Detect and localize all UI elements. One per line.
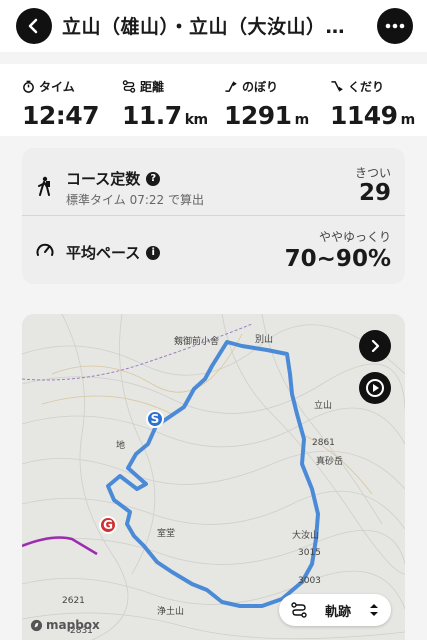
- hiker-icon: [38, 176, 50, 196]
- stat-unit: km: [184, 112, 208, 128]
- map-label: 真砂岳: [316, 457, 344, 467]
- stat-value: 1149: [330, 101, 398, 130]
- map-label: 別山: [255, 335, 274, 345]
- chevron-right-icon: [371, 340, 380, 352]
- more-dots-icon: [385, 23, 405, 29]
- map-label: 浄土山: [157, 607, 185, 617]
- stat-time: タイム 12:47: [22, 78, 100, 130]
- course-constant-row[interactable]: コース定数 ? 標準タイム 07:22 で算出 きつい 29: [22, 148, 405, 216]
- stat-unit: m: [400, 112, 416, 128]
- course-title: コース定数: [66, 170, 141, 188]
- next-button[interactable]: [359, 330, 391, 362]
- speedometer-icon: [36, 243, 54, 256]
- map-label: 剱御前小舎: [174, 337, 220, 347]
- stat-value: 1291: [224, 101, 292, 130]
- course-level-label: きつい: [354, 166, 391, 180]
- stat-label: 距離: [140, 80, 165, 94]
- stat-ascent: のぼり 1291 m: [224, 78, 309, 130]
- course-subtitle: 標準タイム 07:22 で算出: [66, 193, 204, 207]
- average-pace-row[interactable]: 平均ペース i ややゆっくり 70~90%: [22, 216, 405, 284]
- more-button[interactable]: [377, 8, 413, 44]
- descent-icon: [331, 81, 343, 92]
- distance-icon: [122, 80, 136, 93]
- track-toggle-button[interactable]: 軌跡: [279, 594, 391, 626]
- play-button[interactable]: [359, 372, 391, 404]
- pace-level-label: ややゆっくり: [318, 230, 391, 244]
- map-label: 地: [116, 441, 126, 451]
- stopwatch-icon: [23, 80, 34, 93]
- page-title: 立山（雄山）・立山（大汝山）…: [62, 16, 346, 38]
- terrain-map: [22, 314, 405, 640]
- map-label: 3003: [298, 576, 321, 586]
- goal-marker[interactable]: G: [99, 516, 117, 534]
- track-toggle-label: 軌跡: [324, 604, 351, 620]
- play-circle-icon: [366, 379, 384, 397]
- start-marker[interactable]: S: [146, 410, 164, 428]
- map-label: 室堂: [157, 529, 176, 539]
- stat-label: くだり: [348, 80, 385, 94]
- header-bar: 立山（雄山）・立山（大汝山）…: [0, 0, 427, 52]
- map-label: 立山: [314, 401, 333, 411]
- map-label: 3015: [298, 548, 321, 558]
- mapbox-logo[interactable]: mapbox: [30, 618, 100, 632]
- mapbox-attribution: mapbox: [46, 618, 100, 632]
- help-icon[interactable]: ?: [146, 171, 161, 186]
- stat-label: のぼり: [242, 80, 279, 94]
- pace-title: 平均ペース: [66, 244, 141, 262]
- info-icon[interactable]: i: [146, 245, 161, 260]
- course-constant-value: 29: [358, 180, 391, 206]
- ascent-icon: [225, 81, 237, 92]
- map-label: 2861: [312, 438, 335, 448]
- stat-distance: 距離 11.7 km: [122, 78, 208, 130]
- stat-descent: くだり 1149 m: [330, 78, 415, 130]
- sort-arrows-icon: [369, 604, 378, 616]
- stat-label: タイム: [39, 80, 75, 94]
- stat-value: 11.7: [122, 101, 182, 130]
- pace-value: 70~90%: [284, 246, 391, 272]
- route-icon: [291, 602, 307, 618]
- map-label: 大汝山: [292, 531, 320, 541]
- stat-value: 12:47: [22, 101, 100, 130]
- route-map[interactable]: 剱御前小舎 別山 立山 2861 真砂岳 大汝山 3015 3003 室堂 浄土…: [22, 314, 405, 640]
- activity-stats: タイム 12:47 距離 11.7 km のぼり 1291 m くだり 1149…: [0, 64, 427, 136]
- stat-unit: m: [294, 112, 310, 128]
- difficulty-card: コース定数 ? 標準タイム 07:22 で算出 きつい 29 平均ペース i や…: [22, 148, 405, 284]
- chevron-left-icon: [28, 18, 38, 34]
- mapbox-icon: [30, 619, 43, 631]
- map-label: 2621: [62, 596, 85, 606]
- back-button[interactable]: [16, 8, 52, 44]
